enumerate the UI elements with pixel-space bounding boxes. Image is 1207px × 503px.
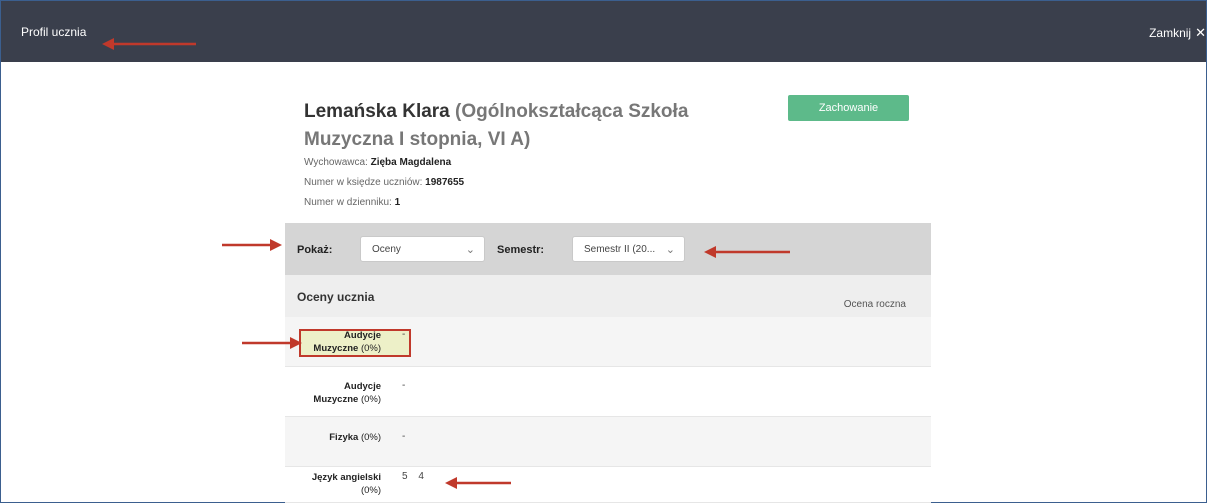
grade-row[interactable]: Audycje Muzyczne (0%) - [285,367,931,417]
semester-select-value: Semestr II (20... [584,243,656,255]
annotation-arrow-left [445,477,511,489]
close-icon: ✕ [1195,25,1206,40]
top-bar: Profil ucznia Zamknij ✕ [1,1,1206,62]
show-label: Pokaż: [297,244,333,256]
subject-name: Język angielski (0%) [311,472,381,496]
annotation-arrow-right [222,239,282,251]
info-tutor: Wychowawca: Zięba Magdalena [304,157,452,168]
subject-name: Audycje Muzyczne (0%) [313,330,381,354]
grade-values: - [402,380,406,391]
annotation-arrow-left [704,246,790,258]
chevron-down-icon: ⌄ [665,244,675,256]
chevron-down-icon: ⌄ [465,244,475,256]
semester-label: Semestr: [497,244,545,256]
close-label: Zamknij [1149,26,1192,40]
grade-row[interactable]: Język angielski (0%) 5 4 [285,467,931,503]
show-select-value: Oceny [372,243,401,255]
annotation-arrow-right [242,337,302,349]
annual-grade-label: Ocena roczna [843,299,906,310]
show-select[interactable]: Oceny ⌄ [360,236,485,262]
subject-name: Audycje Muzyczne (0%) [313,381,381,405]
semester-select[interactable]: Semestr II (20... ⌄ [572,236,685,262]
close-button[interactable]: Zamknij ✕ [1149,25,1206,41]
student-heading: Lemańska Klara (Ogólnokształcąca Szkoła … [304,98,734,154]
grade-row[interactable]: Fizyka (0%) - [285,417,931,467]
grade-values: - [402,431,406,442]
filter-bar: Pokaż: Oceny ⌄ Semestr: Semestr II (20..… [285,223,931,275]
grade-row[interactable]: Audycje Muzyczne (0%) - [285,317,931,367]
behavior-button[interactable]: Zachowanie [788,95,909,121]
info-journal-number: Numer w dzienniku: 1 [304,197,401,208]
grade-values: - [402,329,406,340]
student-name: Lemańska Klara [304,101,450,122]
journal-number: 1 [394,197,401,208]
register-number: 1987655 [425,177,465,188]
grades-title: Oceny ucznia [297,290,375,304]
grades-header: Oceny ucznia Ocena roczna [285,275,931,317]
subject-name: Fizyka (0%) [329,432,381,443]
annotation-arrow-left [102,38,196,50]
grade-values[interactable]: 5 4 [402,471,432,482]
tutor-name: Zięba Magdalena [370,157,452,168]
info-register-number: Numer w księdze uczniów: 1987655 [304,177,465,188]
window-title: Profil ucznia [21,25,87,39]
